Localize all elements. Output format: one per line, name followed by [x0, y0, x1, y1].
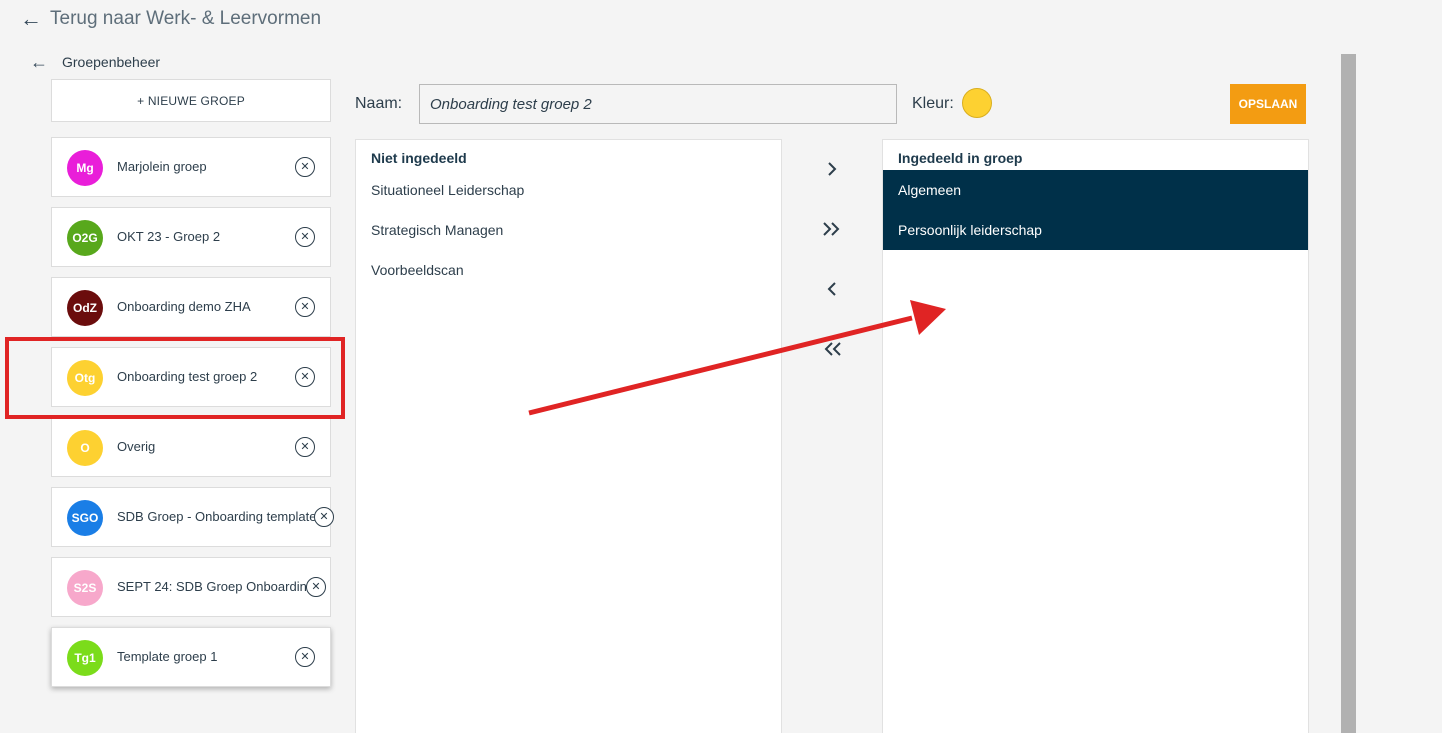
delete-group-icon[interactable]: ✕ — [295, 437, 315, 457]
double-chevron-left-icon — [824, 342, 841, 356]
new-group-button[interactable]: + NIEUWE GROEP — [51, 79, 331, 122]
chevron-right-icon — [828, 162, 837, 176]
unassigned-title: Niet ingedeeld — [371, 150, 467, 166]
group-avatar: Mg — [67, 150, 103, 186]
back-to-werkvormen-link[interactable]: ← Terug naar Werk- & Leervormen — [20, 6, 321, 32]
delete-group-icon[interactable]: ✕ — [306, 577, 326, 597]
move-left-button[interactable] — [815, 272, 849, 306]
move-all-left-button[interactable] — [815, 332, 849, 366]
back-to-werkvormen-label: Terug naar Werk- & Leervormen — [50, 8, 322, 29]
delete-group-icon[interactable]: ✕ — [314, 507, 334, 527]
group-item-overig[interactable]: O Overig ✕ — [51, 417, 331, 477]
delete-group-icon[interactable]: ✕ — [295, 157, 315, 177]
double-chevron-right-icon — [823, 222, 840, 236]
arrow-left-icon: ← — [30, 52, 48, 72]
group-name: OKT 23 - Groep 2 — [117, 229, 221, 244]
chevron-left-icon — [827, 282, 836, 296]
group-avatar: SGO — [67, 500, 103, 536]
group-item-sept24[interactable]: S2S SEPT 24: SDB Groep Onboarding ✕ — [51, 557, 331, 617]
group-item-okt23[interactable]: O2G OKT 23 - Groep 2 ✕ — [51, 207, 331, 267]
group-item-onboarding-demo[interactable]: OdZ Onboarding demo ZHA ✕ — [51, 277, 331, 337]
group-item-marjolein[interactable]: Mg Marjolein groep ✕ — [51, 137, 331, 197]
unassigned-item[interactable]: Situationeel Leiderschap — [356, 170, 781, 210]
delete-group-icon[interactable]: ✕ — [295, 647, 315, 667]
move-all-right-button[interactable] — [815, 212, 849, 246]
assigned-panel: Ingedeeld in groep Algemeen Persoonlijk … — [882, 139, 1309, 733]
group-avatar: S2S — [67, 570, 103, 606]
back-to-groepenbeheer-link[interactable]: ← Groepenbeheer — [30, 51, 160, 73]
group-avatar: O2G — [67, 220, 103, 256]
save-button[interactable]: OPSLAAN — [1230, 84, 1306, 124]
annotation-highlight-box — [5, 337, 345, 419]
group-name: Marjolein groep — [117, 159, 207, 174]
group-name: SEPT 24: SDB Groep Onboarding — [117, 579, 315, 594]
group-name: Overig — [117, 439, 156, 454]
unassigned-item[interactable]: Strategisch Managen — [356, 210, 781, 250]
groepenbeheer-label: Groepenbeheer — [62, 54, 161, 70]
group-name-input[interactable] — [419, 84, 897, 124]
group-item-sdb-groep[interactable]: SGO SDB Groep - Onboarding template ✕ — [51, 487, 334, 547]
group-name: SDB Groep - Onboarding template — [117, 509, 317, 524]
page-scrollbar[interactable] — [1341, 54, 1356, 733]
move-right-button[interactable] — [815, 152, 849, 186]
unassigned-panel: Niet ingedeeld Situationeel Leiderschap … — [355, 139, 782, 733]
assigned-title: Ingedeeld in groep — [898, 150, 1023, 166]
name-label: Naam: — [355, 95, 403, 112]
assigned-item[interactable]: Algemeen — [883, 170, 1308, 210]
color-picker-swatch[interactable] — [962, 88, 992, 118]
arrow-left-icon: ← — [20, 6, 42, 31]
unassigned-item[interactable]: Voorbeeldscan — [356, 250, 781, 290]
group-avatar: O — [67, 430, 103, 466]
group-item-template[interactable]: Tg1 Template groep 1 ✕ — [51, 627, 331, 687]
group-name: Onboarding demo ZHA — [117, 299, 251, 314]
delete-group-icon[interactable]: ✕ — [295, 297, 315, 317]
assigned-item[interactable]: Persoonlijk leiderschap — [883, 210, 1308, 250]
color-label: Kleur: — [912, 95, 954, 112]
group-avatar: OdZ — [67, 290, 103, 326]
group-name: Template groep 1 — [117, 649, 218, 664]
delete-group-icon[interactable]: ✕ — [295, 227, 315, 247]
group-avatar: Tg1 — [67, 640, 103, 676]
